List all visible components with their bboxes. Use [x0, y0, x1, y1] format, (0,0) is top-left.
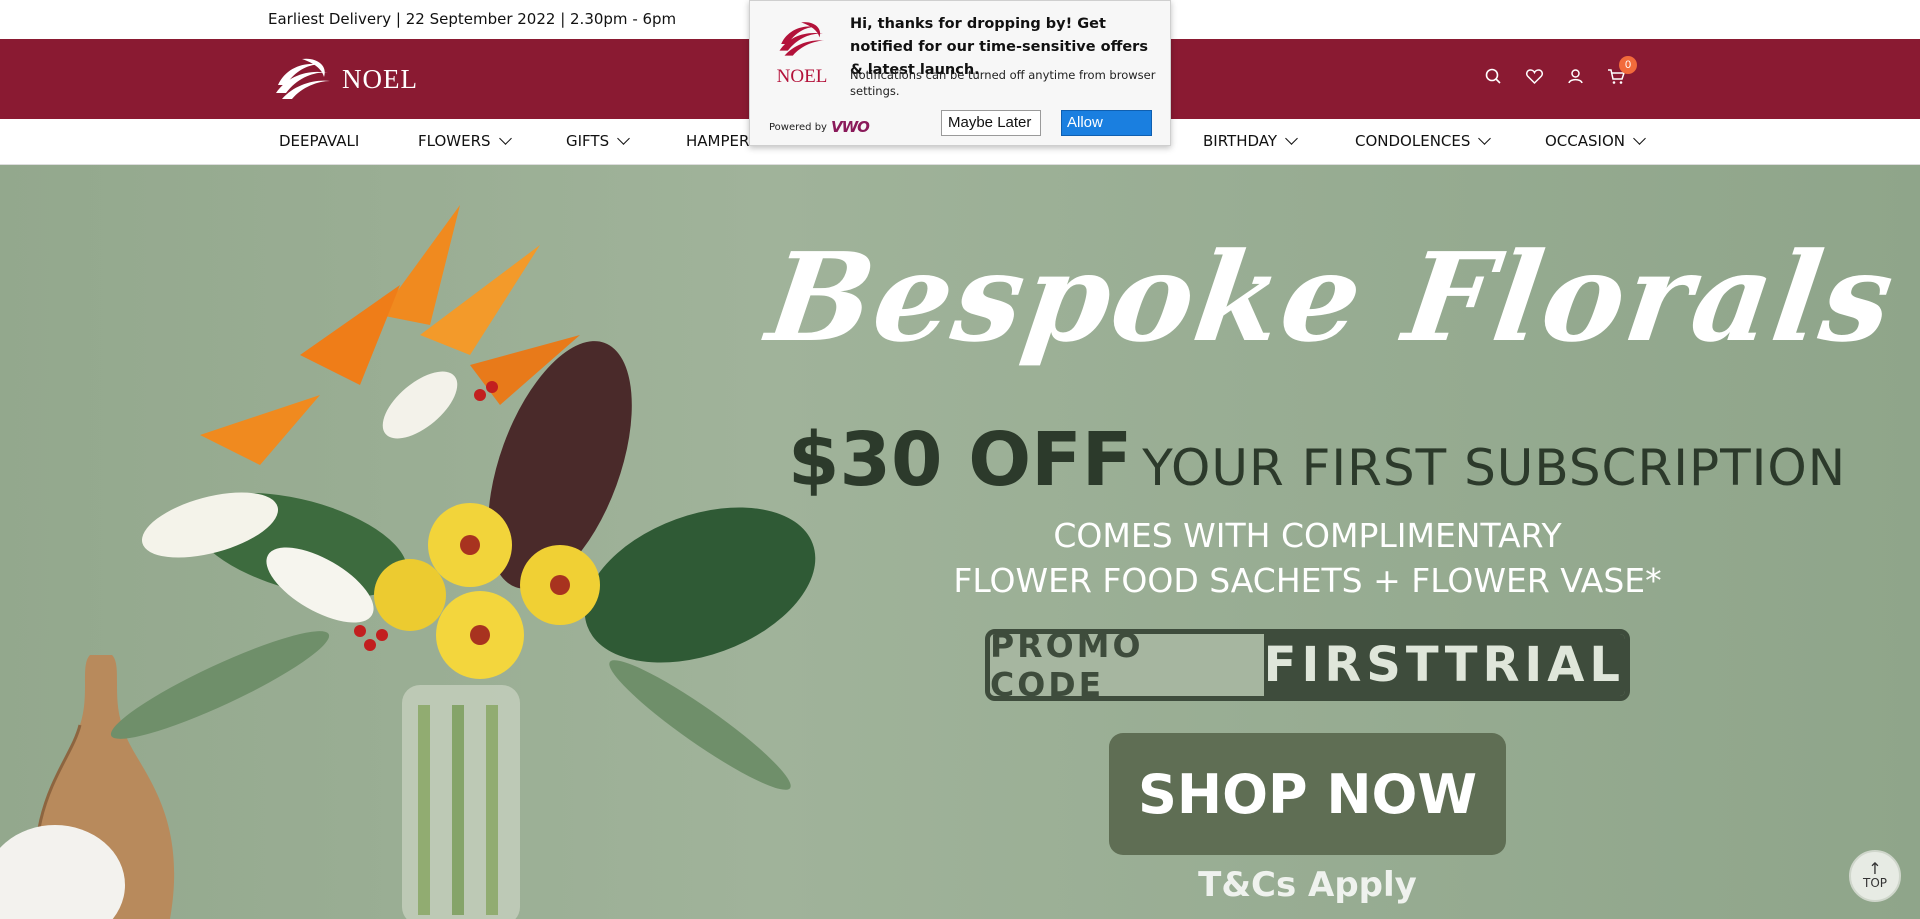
search-icon[interactable]	[1484, 67, 1503, 86]
nav-item-deepavali[interactable]: DEEPAVALI	[279, 132, 359, 150]
nav-item-hamper[interactable]: HAMPER	[686, 132, 749, 150]
heart-icon[interactable]	[1525, 67, 1544, 86]
chevron-down-icon	[1285, 132, 1298, 145]
popup-logo-text: NOEL	[776, 66, 828, 87]
chevron-down-icon	[1633, 132, 1646, 145]
complimentary-text: COMES WITH COMPLIMENTARY FLOWER FOOD SAC…	[0, 513, 1920, 603]
powered-by: Powered by VWO	[769, 118, 870, 136]
nav-item-label: GIFTS	[566, 132, 610, 150]
nav-item-gifts[interactable]: GIFTS	[566, 132, 630, 150]
complimentary-line-1: COMES WITH COMPLIMENTARY	[1053, 516, 1562, 555]
nav-item-label: BIRTHDAY	[1203, 132, 1278, 150]
complimentary-line-2: FLOWER FOOD SACHETS + FLOWER VASE*	[953, 561, 1662, 600]
powered-by-label: Powered by	[769, 121, 827, 133]
offer-amount: $30 OFF	[788, 417, 1133, 503]
nav-item-label: FLOWERS	[418, 132, 491, 150]
popup-logo: NOEL	[774, 19, 830, 88]
chevron-down-icon	[498, 132, 512, 145]
back-to-top-button[interactable]: ↑ TOP	[1849, 850, 1901, 902]
allow-button[interactable]: Allow	[1061, 110, 1152, 136]
cart-icon[interactable]: 0	[1607, 56, 1637, 86]
cart-count-badge: 0	[1619, 56, 1637, 74]
offer-description: YOUR FIRST SUBSCRIPTION	[1142, 439, 1847, 497]
hero-script-title: Bespoke Florals	[759, 225, 1904, 369]
earliest-delivery-text: Earliest Delivery | 22 September 2022 | …	[268, 10, 677, 28]
hero-banner[interactable]: Bespoke Florals $30 OFF YOUR FIRST SUBSCR…	[0, 165, 1920, 919]
chevron-down-icon	[1478, 132, 1492, 145]
noel-logo-mark-icon	[779, 22, 825, 56]
nav-item-label: HAMPER	[686, 132, 750, 150]
maybe-later-button[interactable]: Maybe Later	[941, 110, 1041, 136]
promo-code-box: PROMO CODE FIRSTTRIAL	[985, 629, 1630, 701]
nav-item-label: CONDOLENCES	[1355, 132, 1471, 150]
arrow-up-icon: ↑	[1868, 859, 1882, 878]
noel-logo-mark-icon	[276, 58, 330, 99]
nav-item-label: OCCASION	[1545, 132, 1625, 150]
logo-text: NOEL	[342, 63, 418, 94]
nav-item-occasion[interactable]: OCCASION	[1545, 132, 1646, 150]
terms-apply-text: T&Cs Apply	[1198, 865, 1417, 905]
nav-item-birthday[interactable]: BIRTHDAY	[1203, 132, 1298, 150]
notification-permission-popup: NOEL Hi, thanks for dropping by! Get not…	[749, 0, 1171, 146]
popup-subtitle: Notifications can be turned off anytime …	[850, 68, 1156, 98]
nav-item-flowers[interactable]: FLOWERS	[418, 132, 512, 150]
vwo-brand: VWO	[830, 118, 870, 136]
promo-code-label: PROMO CODE	[990, 634, 1264, 696]
nav-item-condolences[interactable]: CONDOLENCES	[1355, 132, 1492, 150]
chevron-down-icon	[617, 132, 630, 145]
user-icon[interactable]	[1566, 67, 1585, 86]
hero-offer: $30 OFF YOUR FIRST SUBSCRIPTION	[788, 417, 1846, 503]
back-to-top-label: TOP	[1862, 876, 1887, 890]
nav-item-label: DEEPAVALI	[279, 132, 360, 150]
shop-now-button[interactable]: SHOP NOW	[1109, 733, 1506, 855]
promo-code-value: FIRSTTRIAL	[1263, 634, 1625, 696]
noel-logo[interactable]: NOEL	[272, 55, 418, 103]
